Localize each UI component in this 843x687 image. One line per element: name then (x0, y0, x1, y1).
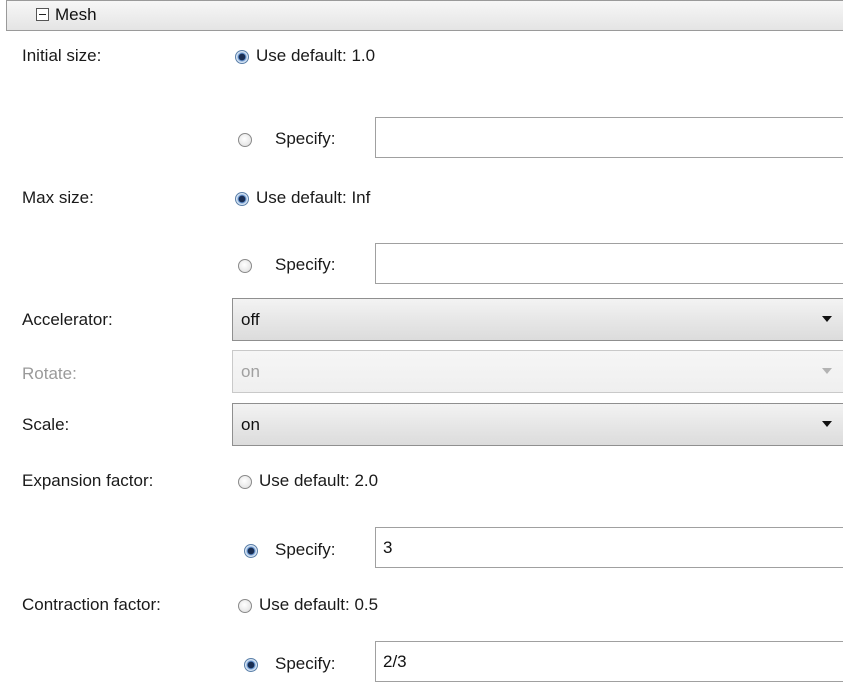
expansion-factor-specify-radio[interactable] (244, 544, 258, 558)
contraction-factor-specify-input[interactable]: 2/3 (375, 641, 843, 682)
initial-size-default-radio[interactable] (235, 50, 249, 64)
initial-size-specify-input[interactable] (375, 117, 843, 158)
max-size-default-label[interactable]: Use default: Inf (256, 188, 370, 208)
max-size-specify-input[interactable] (375, 243, 843, 284)
expansion-factor-specify-input[interactable]: 3 (375, 527, 843, 568)
scale-dropdown[interactable]: on (232, 403, 843, 446)
initial-size-specify-label[interactable]: Specify: (275, 129, 335, 149)
scale-value: on (241, 415, 260, 434)
rotate-label: Rotate: (22, 364, 77, 383)
accelerator-label: Accelerator: (22, 310, 113, 329)
expansion-factor-default-radio[interactable] (238, 475, 252, 489)
contraction-factor-default-label[interactable]: Use default: 0.5 (259, 595, 378, 615)
expansion-factor-default-label[interactable]: Use default: 2.0 (259, 471, 378, 491)
accelerator-value: off (241, 310, 260, 329)
chevron-down-icon (822, 368, 832, 374)
initial-size-label: Initial size: (22, 46, 102, 65)
contraction-factor-specify-radio[interactable] (244, 658, 258, 672)
chevron-down-icon (822, 316, 832, 322)
rotate-dropdown: on (232, 350, 843, 393)
max-size-default-radio[interactable] (235, 192, 249, 206)
section-title: Mesh (55, 5, 97, 24)
contraction-factor-specify-label[interactable]: Specify: (275, 654, 335, 674)
accelerator-dropdown[interactable]: off (232, 298, 843, 341)
contraction-factor-label: Contraction factor: (22, 595, 161, 614)
mesh-section-header[interactable]: Mesh (6, 0, 843, 31)
max-size-label: Max size: (22, 188, 94, 207)
chevron-down-icon (822, 421, 832, 427)
expansion-factor-specify-label[interactable]: Specify: (275, 540, 335, 560)
max-size-specify-label[interactable]: Specify: (275, 255, 335, 275)
scale-label: Scale: (22, 415, 70, 434)
expansion-factor-label: Expansion factor: (22, 471, 154, 490)
contraction-factor-default-radio[interactable] (238, 599, 252, 613)
rotate-value: on (241, 362, 260, 381)
collapse-minus-icon[interactable] (36, 8, 49, 21)
initial-size-default-label[interactable]: Use default: 1.0 (256, 46, 375, 66)
initial-size-specify-radio[interactable] (238, 133, 252, 147)
max-size-specify-radio[interactable] (238, 259, 252, 273)
